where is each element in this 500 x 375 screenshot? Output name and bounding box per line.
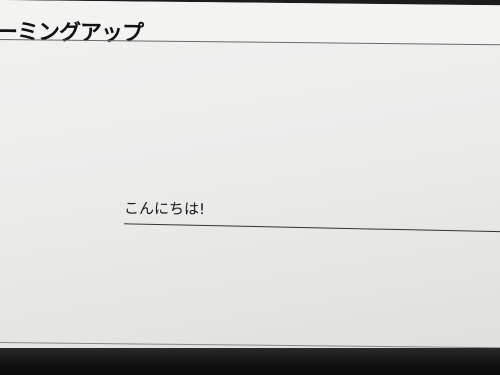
app-screen: ーミングアップ こんにちは!	[0, 0, 500, 360]
page-header: ーミングアップ	[0, 0, 500, 47]
greeting-underline	[123, 223, 500, 233]
greeting-label-row: こんにちは!	[123, 197, 500, 241]
monitor-bezel	[0, 348, 500, 375]
greeting-text: こんにちは!	[124, 199, 206, 219]
page-title: ーミングアップ	[0, 19, 144, 47]
